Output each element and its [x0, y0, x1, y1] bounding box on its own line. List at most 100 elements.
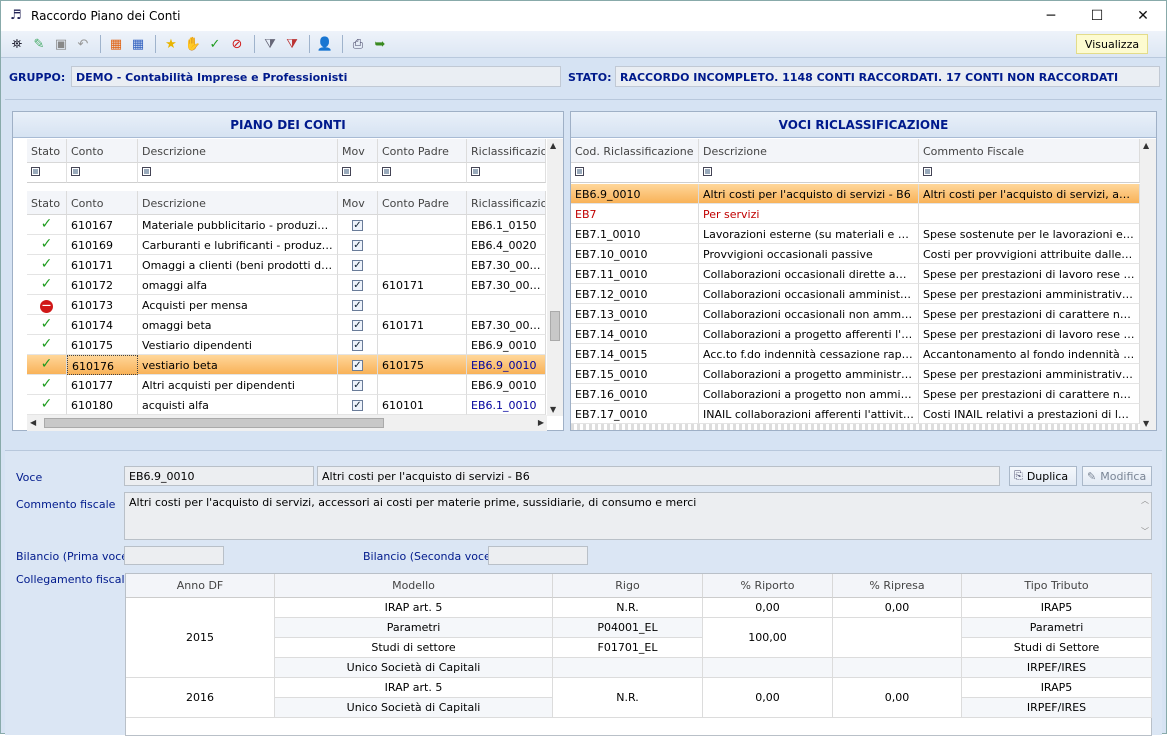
voce-code-field[interactable]: EB6.9_0010 [124, 466, 314, 486]
col-conto[interactable]: Conto [67, 191, 138, 215]
table-row[interactable]: EB7.16_0010 Collaborazioni a progetto non… [571, 384, 1140, 404]
scroll-up-icon[interactable]: ▲ [550, 141, 556, 150]
mov-cell[interactable]: ✓ [338, 315, 378, 335]
table-row[interactable]: EB7.10_0010 Provvigioni occasionali passi… [571, 244, 1140, 264]
filter-cell[interactable] [699, 163, 919, 183]
bilancio-seconda-field[interactable] [488, 546, 588, 565]
scroll-right-icon[interactable]: ▶ [538, 418, 544, 427]
table-row[interactable]: ✓ 610177 Altri acquisti per dipendenti ✓ EB6… [27, 375, 546, 395]
stop-icon[interactable]: ⊘ [227, 34, 247, 54]
table-row[interactable]: ✓ 610176 vestiario beta ✓ 610175 EB6.9_0010 [27, 355, 546, 375]
mov-checkbox[interactable]: ✓ [352, 340, 363, 351]
col-descrizione[interactable]: Descrizione [138, 139, 338, 163]
scroll-down-icon[interactable]: ▼ [1143, 419, 1149, 428]
table-row[interactable]: EB7.1_0010 Lavorazioni esterne (su materi… [571, 224, 1140, 244]
mov-cell[interactable]: ✓ [338, 215, 378, 235]
table-row[interactable]: — 610173 Acquisti per mensa ✓ [27, 295, 546, 315]
mov-cell[interactable]: ✓ [338, 235, 378, 255]
mov-checkbox[interactable]: ✓ [352, 400, 363, 411]
scroll-down-icon[interactable]: ﹀ [1141, 526, 1149, 537]
filter-cell[interactable] [467, 163, 546, 183]
edit-icon[interactable]: ✎ [29, 34, 49, 54]
table-row[interactable]: ✓ 610167 Materiale pubblicitario - produzi… [27, 215, 546, 235]
scroll-up-icon[interactable]: ▲ [1143, 141, 1149, 150]
col-ripresa[interactable]: % Ripresa [833, 574, 962, 598]
mov-checkbox[interactable]: ✓ [352, 240, 363, 251]
table-row[interactable]: EB7.13_0010 Collaborazioni occasionali no… [571, 304, 1140, 324]
col-tipo-tributo[interactable]: Tipo Tributo [962, 574, 1152, 598]
filter-cell[interactable] [378, 163, 467, 183]
filter-cell[interactable] [571, 163, 699, 183]
binoculars-icon[interactable]: ⛯ [7, 34, 27, 54]
mov-cell[interactable]: ✓ [338, 395, 378, 415]
hand-icon[interactable]: ✋ [183, 34, 203, 54]
mov-checkbox[interactable]: ✓ [352, 300, 363, 311]
col-riclassificazione[interactable]: Riclassificazion [467, 191, 546, 215]
table-row[interactable]: ✓ 610180 acquisti alfa ✓ 610101 EB6.1_0010 [27, 395, 546, 415]
piano-horizontal-scrollbar[interactable]: ◀ ▶ [27, 415, 547, 431]
visualizza-button[interactable]: Visualizza [1076, 34, 1148, 54]
filter-icon[interactable]: ⧩ [260, 34, 280, 54]
mov-checkbox[interactable]: ✓ [352, 220, 363, 231]
save-icon[interactable]: ▣ [51, 34, 71, 54]
table-row[interactable]: ✓ 610169 Carburanti e lubrificanti - produ… [27, 235, 546, 255]
mov-cell[interactable]: ✓ [338, 255, 378, 275]
mov-cell[interactable]: ✓ [338, 355, 378, 375]
commento-fiscale-field[interactable]: Altri costi per l'acquisto di servizi, a… [124, 492, 1152, 540]
table-row[interactable]: ✓ 610175 Vestiario dipendenti ✓ EB6.9_0010 [27, 335, 546, 355]
filter-cell[interactable] [138, 163, 338, 183]
col-descrizione[interactable]: Descrizione [699, 139, 919, 163]
grid-orange-icon[interactable]: ▦ [106, 34, 126, 54]
table-row[interactable]: ✓ 610171 Omaggi a clienti (beni prodotti d… [27, 255, 546, 275]
col-mov[interactable]: Mov [338, 139, 378, 163]
grid-blue-icon[interactable]: ▦ [128, 34, 148, 54]
table-row[interactable]: ✓ 610174 omaggi beta ✓ 610171 EB7.30_0020 [27, 315, 546, 335]
filter-cell[interactable] [338, 163, 378, 183]
scroll-up-icon[interactable]: ︿ [1141, 495, 1149, 506]
col-conto[interactable]: Conto [67, 139, 138, 163]
col-cod-riclassificazione[interactable]: Cod. Riclassificazione [571, 139, 699, 163]
scroll-down-icon[interactable]: ▼ [550, 405, 556, 414]
col-modello[interactable]: Modello [275, 574, 553, 598]
mov-checkbox[interactable]: ✓ [352, 260, 363, 271]
voci-vertical-scrollbar[interactable]: ▲ ▼ [1140, 139, 1156, 430]
mov-checkbox[interactable]: ✓ [352, 360, 363, 371]
col-descrizione[interactable]: Descrizione [138, 191, 338, 215]
exit-icon[interactable]: ➥ [370, 34, 390, 54]
modifica-button[interactable]: ✎ Modifica [1082, 466, 1152, 486]
table-row[interactable]: EB7.11_0010 Collaborazioni occasionali di… [571, 264, 1140, 284]
table-row[interactable]: EB7.15_0010 Collaborazioni a progetto amm… [571, 364, 1140, 384]
piano-vertical-scrollbar[interactable]: ▲ ▼ [547, 139, 563, 416]
mov-checkbox[interactable]: ✓ [352, 380, 363, 391]
voce-description-field[interactable]: Altri costi per l'acquisto di servizi - … [317, 466, 1000, 486]
filter-cell[interactable] [27, 163, 67, 183]
filter-cell[interactable] [67, 163, 138, 183]
col-mov[interactable]: Mov [338, 191, 378, 215]
scroll-thumb[interactable] [44, 418, 384, 428]
col-stato[interactable]: Stato [27, 139, 67, 163]
bilancio-prima-field[interactable] [124, 546, 224, 565]
user-icon[interactable]: 👤 [315, 34, 335, 54]
table-row[interactable]: EB6.9_0010 Altri costi per l'acquisto di … [571, 184, 1140, 204]
table-row[interactable]: ✓ 610172 omaggi alfa ✓ 610171 EB7.30_0020 [27, 275, 546, 295]
scroll-thumb[interactable] [550, 311, 560, 341]
table-row[interactable]: EB7 Per servizi [571, 204, 1140, 224]
col-rigo[interactable]: Rigo [553, 574, 703, 598]
table-row[interactable]: EB7.12_0010 Collaborazioni occasionali am… [571, 284, 1140, 304]
print-icon[interactable]: ⎙ [348, 34, 368, 54]
col-riporto[interactable]: % Riporto [703, 574, 833, 598]
table-row[interactable]: EB7.14_0015 Acc.to f.do indennità cessazi… [571, 344, 1140, 364]
col-anno-df[interactable]: Anno DF [126, 574, 275, 598]
filter-cell[interactable] [919, 163, 1140, 183]
col-conto-padre[interactable]: Conto Padre [378, 191, 467, 215]
duplica-button[interactable]: ⎘ Duplica [1009, 466, 1077, 486]
col-riclassificazione[interactable]: Riclassificazion [467, 139, 546, 163]
table-row[interactable]: EB7.14_0010 Collaborazioni a progetto aff… [571, 324, 1140, 344]
minimize-button[interactable]: ─ [1028, 1, 1074, 31]
filter-remove-icon[interactable]: ⧩ [282, 34, 302, 54]
mov-cell[interactable]: ✓ [338, 375, 378, 395]
scroll-left-icon[interactable]: ◀ [30, 418, 36, 427]
col-conto-padre[interactable]: Conto Padre [378, 139, 467, 163]
mov-checkbox[interactable]: ✓ [352, 320, 363, 331]
close-button[interactable]: ✕ [1120, 1, 1166, 31]
